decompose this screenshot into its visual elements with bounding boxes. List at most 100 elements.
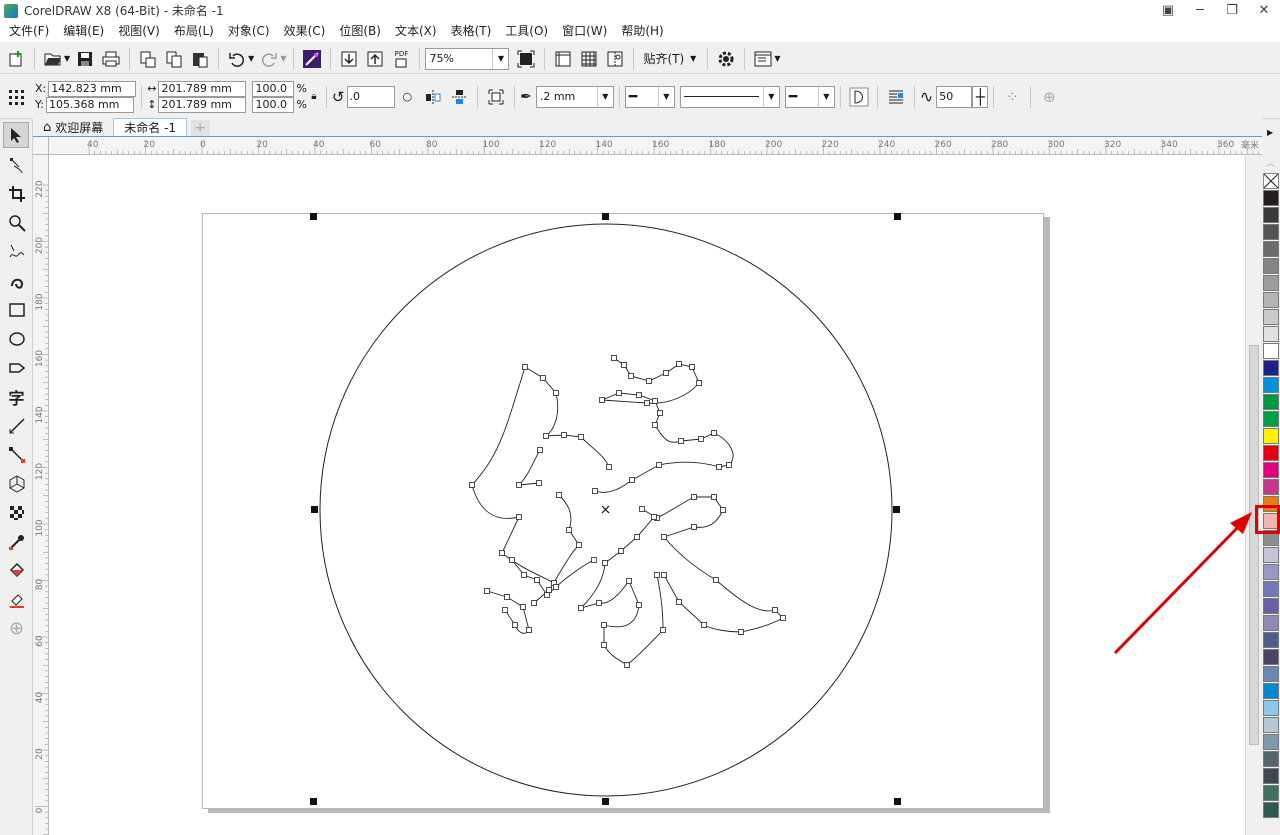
open-dropdown-icon[interactable]: ▼ [64,54,70,63]
vertical-scrollbar[interactable] [1245,155,1262,835]
minimize-icon[interactable]: ─ [1184,0,1216,21]
curve-node[interactable] [626,578,632,584]
curve-node[interactable] [509,557,515,563]
text-wrap-icon[interactable] [883,85,909,109]
curve-node[interactable] [526,627,532,633]
color-swatch[interactable] [1263,292,1279,308]
crop-tool-icon[interactable] [0,179,33,208]
curve-node[interactable] [652,422,658,428]
curve-node[interactable] [701,622,707,628]
copy-icon[interactable] [161,47,187,71]
rotation-angle-field[interactable]: .0 [346,85,395,108]
curve-node[interactable] [689,364,695,370]
curve-node[interactable] [698,436,704,442]
color-swatch[interactable] [1263,785,1279,801]
curve-node[interactable] [576,542,582,548]
drawing-canvas[interactable] [49,155,1245,835]
color-swatch[interactable] [1263,394,1279,410]
redo-dropdown-icon[interactable]: ▼ [280,54,286,63]
menu-tools[interactable]: 工具(O) [498,21,555,42]
save-icon[interactable] [72,47,98,71]
color-swatch[interactable] [1263,581,1279,597]
curve-node[interactable] [738,629,744,635]
application-launcher-icon[interactable] [750,47,776,71]
curve-node[interactable] [499,550,505,556]
curve-node[interactable] [660,627,666,633]
options-gear-icon[interactable] [713,47,739,71]
wrap-text-icon[interactable] [483,85,509,109]
curve-node[interactable] [537,447,543,453]
curve-node[interactable] [628,373,634,379]
start-arrowhead-select[interactable]: ━ ▼ [624,85,675,108]
add-tool-icon[interactable]: ⊕ [0,614,33,643]
chevron-down-icon[interactable]: ▼ [492,48,508,69]
curve-node[interactable] [596,600,602,606]
show-guidelines-icon[interactable] [602,47,628,71]
curve-node[interactable] [652,398,658,404]
curve-node[interactable] [520,604,526,610]
curve-node[interactable] [629,477,635,483]
palette-scroll-up-icon[interactable]: ▶ [1267,128,1273,137]
undo-icon[interactable] [224,47,250,71]
add-icon[interactable]: ⊕ [1036,85,1062,109]
export-icon[interactable] [362,47,388,71]
glyph-curves[interactable] [471,357,784,666]
curve-node[interactable] [639,506,645,512]
color-swatch[interactable] [1263,700,1279,716]
snap-to-menu[interactable]: 贴齐(T) ▼ [639,50,702,67]
curve-node[interactable] [644,400,650,406]
mirror-vertical-icon[interactable] [446,85,472,109]
artistic-media-icon[interactable] [0,266,33,295]
import-icon[interactable] [336,47,362,71]
curve-node[interactable] [676,361,682,367]
ruler-corner[interactable] [33,137,49,155]
curve-node[interactable] [636,392,642,398]
curve-node[interactable] [713,577,719,583]
chevron-down-icon[interactable]: ▼ [762,86,779,107]
curve-node[interactable] [531,600,537,606]
curve-node[interactable] [546,587,552,593]
corel-connect-icon[interactable] [299,47,325,71]
curve-node[interactable] [512,622,518,628]
zoom-tool-icon[interactable] [0,208,33,237]
vertical-ruler[interactable]: 220 200 180 160 140 120 100 80 60 40 20 0 [33,155,49,835]
open-folder-icon[interactable] [40,47,66,71]
launcher-dropdown-icon[interactable]: ▼ [774,54,780,63]
color-swatch[interactable] [1263,207,1279,223]
object-origin-icon[interactable] [3,85,29,109]
curve-node[interactable] [636,602,642,608]
curve-node[interactable] [657,410,663,416]
curve-node[interactable] [602,560,608,566]
curve-node[interactable] [566,527,572,533]
curve-node[interactable] [521,572,527,578]
publish-pdf-icon[interactable]: PDF [388,47,414,71]
color-swatch[interactable] [1263,479,1279,495]
curve-node[interactable] [544,592,550,598]
color-swatch[interactable] [1263,768,1279,784]
show-rulers-icon[interactable] [550,47,576,71]
pick-tool-icon[interactable] [3,122,29,148]
node-grid-icon[interactable]: ⁘ [999,85,1025,109]
horizontal-ruler[interactable]: 40 20 0 20 40 60 80 100 120 140 160 180 200 220 240 260… [49,137,1262,155]
vertical-scroll-thumb[interactable] [1249,345,1259,745]
smoothing-slider-icon[interactable]: ┼ [972,85,989,108]
object-height-field[interactable]: 201.789 mm [158,96,247,113]
color-swatch[interactable] [1263,445,1279,461]
color-swatch[interactable] [1263,377,1279,393]
color-swatch[interactable] [1263,632,1279,648]
curve-node[interactable] [661,572,667,578]
curve-node[interactable] [556,492,562,498]
scale-x-field[interactable]: 100.0 [252,80,295,97]
polygon-tool-icon[interactable] [0,353,33,382]
curve-node[interactable] [624,662,630,668]
tab-document[interactable]: 未命名 -1 [113,118,188,136]
outline-width-select[interactable]: .2 mm ▼ [535,85,614,108]
redo-icon[interactable] [256,47,282,71]
interactive-fill-icon[interactable] [0,556,33,585]
color-swatch[interactable] [1263,717,1279,733]
menu-help[interactable]: 帮助(H) [614,21,670,42]
curve-node[interactable] [469,482,475,488]
show-grid-icon[interactable] [576,47,602,71]
menu-window[interactable]: 窗口(W) [555,21,614,42]
menu-layout[interactable]: 布局(L) [167,21,221,42]
